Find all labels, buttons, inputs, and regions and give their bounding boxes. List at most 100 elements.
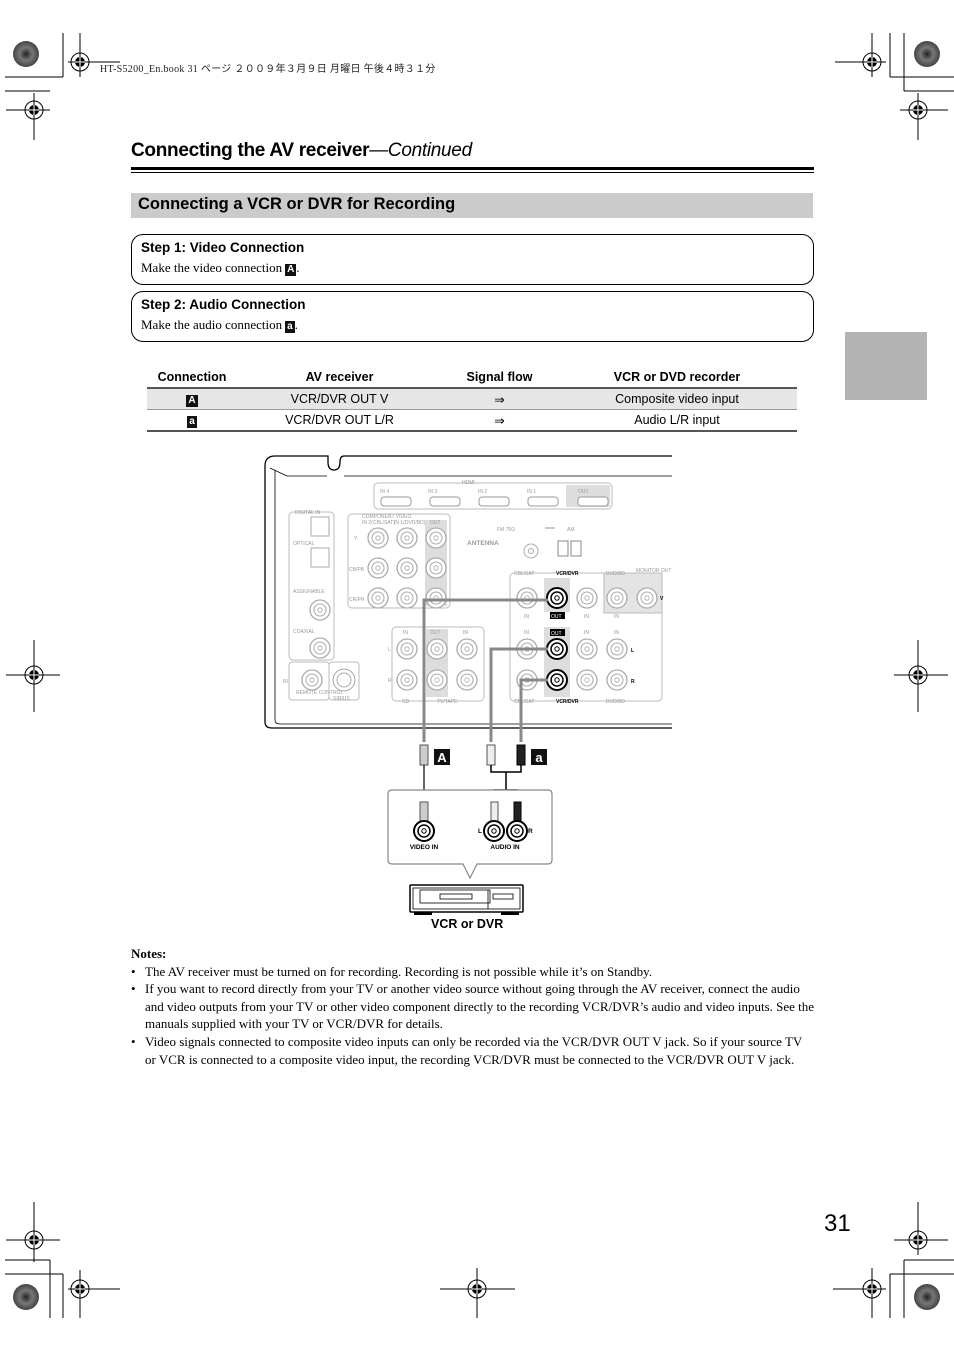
- step-1-text: Make the video connection A.: [141, 260, 300, 276]
- r-label: R: [631, 679, 635, 685]
- antenna-label: ANTENNA: [467, 540, 499, 547]
- monitor-out-label: MONITOR OUT: [636, 568, 671, 574]
- y-label: Y: [354, 536, 358, 542]
- table-cell: A: [147, 388, 237, 410]
- table-cell: Audio L/R input: [557, 409, 797, 432]
- print-header: HT-S5200_En.book 31 ページ ２００９年３月９日 月曜日 午後…: [100, 64, 436, 75]
- am-label: AM: [567, 527, 575, 533]
- chapter-tab: [845, 332, 927, 400]
- sirius-label: SIRIUS: [333, 696, 350, 702]
- cbl-sat-label: CBL/SAT: [514, 571, 534, 577]
- audio-r-label: R: [528, 828, 533, 835]
- color-rosette-icon: [13, 1284, 39, 1310]
- notes-list: The AV receiver must be turned on for re…: [131, 963, 816, 1069]
- hdmi-in4-label: IN 4: [380, 489, 389, 495]
- cb-label: CB/PB: [349, 567, 365, 573]
- step-1-box: Step 1: Video Connection Make the video …: [131, 234, 814, 285]
- connection-badge-a: a: [285, 321, 295, 333]
- cd-in-label: IN: [403, 630, 408, 636]
- page-title: Connecting the AV receiver—Continued: [131, 140, 472, 162]
- note-item: The AV receiver must be turned on for re…: [131, 963, 816, 981]
- cr-label: CR/PR: [349, 597, 365, 603]
- v-label: V: [660, 596, 664, 602]
- av-input-panel: CBL/SAT VCR/DVR DVD/BD MONITOR OUT IN OU…: [509, 568, 671, 705]
- in-label: IN: [614, 630, 619, 636]
- component-in2-label: IN 2(CBL/SAT): [362, 520, 395, 526]
- ri-sirius-panel: RI REMOTE CONTROL SIRIUS: [283, 661, 360, 702]
- notes-title: Notes:: [131, 946, 167, 961]
- digital-in-panel: DIGITAL IN OPTICAL ASSIGNABLE COAXIAL: [288, 510, 335, 661]
- title-rule: [131, 167, 814, 170]
- table-cell: Composite video input: [557, 388, 797, 410]
- step-2-text: Make the audio connection a.: [141, 317, 298, 333]
- column-header: VCR or DVD recorder: [557, 367, 797, 389]
- in-label: IN: [584, 630, 589, 636]
- antenna-panel: FM 75Ω ANTENNA AM: [467, 527, 582, 559]
- column-header: AV receiver: [237, 367, 442, 389]
- ri-label: RI: [283, 679, 288, 685]
- tvtape-label: TV/TAPE: [437, 699, 458, 705]
- digital-in-label: DIGITAL IN: [295, 510, 321, 516]
- connection-diagram: HDMI IN 4 IN 3 IN 2 IN 1 OUT DIGITAL IN …: [264, 455, 672, 915]
- vcr-dvr-device-label: VCR or DVR: [431, 917, 504, 931]
- fm-label: FM 75Ω: [497, 527, 515, 533]
- cbl-sat-label: CBL/SAT: [514, 699, 534, 705]
- page-title-suffix: —Continued: [369, 140, 472, 161]
- note-item: If you want to record directly from your…: [131, 980, 816, 1033]
- table-header-row: Connection AV receiver Signal flow VCR o…: [147, 367, 797, 389]
- hdmi-in3-label: IN 3: [428, 489, 437, 495]
- connection-badge-A: A: [285, 264, 297, 276]
- table-cell: VCR/DVR OUT V: [237, 388, 442, 410]
- table-row: a VCR/DVR OUT L/R ⇒ Audio L/R input: [147, 409, 797, 432]
- in-label: IN: [524, 614, 529, 620]
- color-rosette-icon: [13, 41, 39, 67]
- title-rule-thin: [131, 172, 814, 173]
- recorder-inputs-callout: VIDEO IN AUDIO IN L R: [387, 789, 553, 880]
- page-title-text: Connecting the AV receiver: [131, 140, 370, 161]
- tvtape-in-label: IN: [463, 630, 468, 636]
- assignable-label: ASSIGNABLE: [293, 589, 325, 595]
- vcr-dvr-label: VCR/DVR: [556, 571, 579, 577]
- audio-in-label: AUDIO IN: [490, 844, 520, 851]
- cable-badge-A: A: [437, 750, 447, 765]
- hdmi-in1-label: IN 1: [527, 489, 536, 495]
- signal-flow-arrow-icon: ⇒: [442, 409, 557, 432]
- in-label: IN: [614, 614, 619, 620]
- video-in-label: VIDEO IN: [410, 844, 439, 851]
- component-in1-label: IN 1(DVD/BD): [394, 520, 426, 526]
- color-rosette-icon: [914, 1284, 940, 1310]
- hdmi-out-label: OUT: [578, 489, 589, 495]
- step-1-text-body: Make the video connection: [141, 260, 283, 275]
- signal-flow-arrow-icon: ⇒: [442, 388, 557, 410]
- step-2-title: Step 2: Audio Connection: [141, 297, 306, 312]
- hdmi-in2-label: IN 2: [478, 489, 487, 495]
- connection-badge-A: A: [186, 394, 198, 407]
- optical-label: OPTICAL: [293, 541, 315, 547]
- vcr-out-lr-label: OUT: [551, 631, 562, 637]
- cd-tvtape-panel: IN OUT IN L R CD TV/TAPE: [388, 626, 485, 705]
- color-rosette-icon: [914, 41, 940, 67]
- vcr-device-icon: [409, 884, 524, 915]
- dvd-bd-label: DVD/BD: [606, 571, 625, 577]
- page-number: 31: [824, 1210, 851, 1237]
- audio-l-label: L: [478, 828, 482, 835]
- step-1-title: Step 1: Video Connection: [141, 240, 305, 255]
- dvd-bd-label: DVD/BD: [606, 699, 625, 705]
- cable-badge-a: a: [535, 750, 543, 765]
- vcr-out-v-label: OUT: [551, 614, 562, 620]
- r-label: R: [388, 678, 392, 684]
- in-label: IN: [524, 630, 529, 636]
- column-header: Signal flow: [442, 367, 557, 389]
- step-2-box: Step 2: Audio Connection Make the audio …: [131, 291, 814, 342]
- step-2-text-body: Make the audio connection: [141, 317, 283, 332]
- vcr-dvr-label: VCR/DVR: [556, 699, 579, 705]
- connection-table: Connection AV receiver Signal flow VCR o…: [147, 367, 797, 432]
- connection-badge-a: a: [187, 415, 197, 428]
- table-row: A VCR/DVR OUT V ⇒ Composite video input: [147, 388, 797, 410]
- in-label: IN: [584, 614, 589, 620]
- hdmi-label: HDMI: [462, 480, 475, 486]
- component-video-panel: COMPONENT VIDEO IN 2(CBL/SAT) IN 1(DVD/B…: [347, 513, 451, 609]
- tvtape-out-label: OUT: [430, 630, 441, 636]
- notes-section: Notes: The AV receiver must be turned on…: [131, 945, 816, 1068]
- component-out-label: OUT: [430, 520, 441, 526]
